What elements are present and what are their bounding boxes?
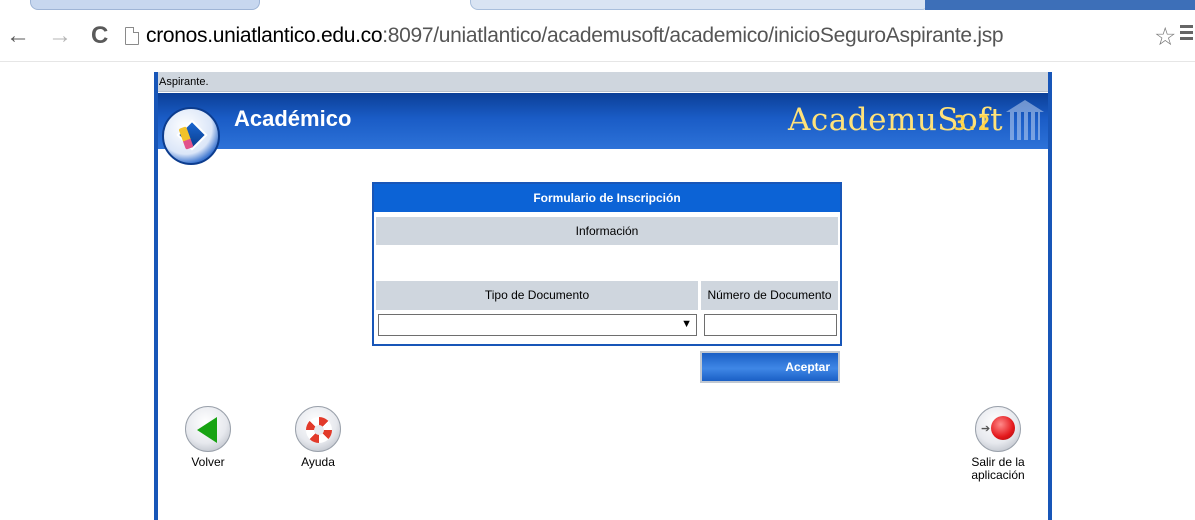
back-button[interactable]: Volver — [173, 406, 243, 469]
doc-number-header: Número de Documento — [701, 281, 838, 310]
exit-label: Salir de la aplicación — [963, 456, 1033, 482]
brand-version: 3.2 — [954, 111, 991, 135]
browser-tab-active[interactable] — [470, 0, 930, 10]
building-icon — [1006, 100, 1044, 140]
url-host: cronos.uniatlantico.edu.co — [146, 24, 383, 47]
url-path: :8097/uniatlantico/academusoft/academico… — [382, 24, 1004, 47]
info-section-header: Información — [376, 217, 838, 245]
academico-logo-icon — [162, 107, 220, 165]
address-bar[interactable]: cronos.uniatlantico.edu.co:8097/uniatlan… — [146, 24, 1004, 48]
doc-type-header: Tipo de Documento — [376, 281, 698, 310]
dropdown-arrow-icon: ▼ — [681, 318, 692, 330]
exit-icon: ➔ — [975, 406, 1021, 452]
exit-label-line2: aplicación — [971, 468, 1025, 482]
app-header: Académico AcademuSoft 3.2 — [158, 93, 1048, 165]
browser-tabstrip-background — [925, 0, 1195, 10]
browser-toolbar: ← → C cronos.uniatlantico.edu.co:8097/un… — [0, 12, 1195, 62]
lifebuoy-icon — [295, 406, 341, 452]
help-button[interactable]: Ayuda — [283, 406, 353, 469]
page-icon — [125, 27, 139, 45]
browser-tab[interactable] — [30, 0, 260, 10]
hamburger-menu-icon[interactable] — [1180, 25, 1193, 43]
arrow-left-icon[interactable]: ← — [6, 24, 30, 48]
app-frame: Aspirante. Académico AcademuSoft 3.2 For… — [154, 72, 1052, 520]
doc-type-select[interactable]: ▼ — [378, 314, 697, 336]
browser-tabstrip — [0, 0, 1195, 12]
form-title: Formulario de Inscripción — [374, 184, 840, 212]
registration-form: Formulario de Inscripción Información Ti… — [372, 182, 842, 346]
back-arrow-icon — [185, 406, 231, 452]
help-label: Ayuda — [301, 455, 335, 469]
doc-number-input[interactable] — [704, 314, 837, 336]
back-label: Volver — [191, 455, 225, 469]
user-status-bar: Aspirante. — [158, 72, 1048, 92]
app-content: Aspirante. Académico AcademuSoft 3.2 For… — [158, 72, 1048, 520]
page-title: Académico — [234, 106, 352, 131]
exit-button[interactable]: ➔ Salir de la aplicación — [963, 406, 1033, 482]
star-icon[interactable]: ☆ — [1154, 22, 1176, 52]
reload-icon[interactable]: C — [91, 24, 108, 48]
arrow-right-icon[interactable]: → — [48, 24, 72, 48]
accept-button[interactable]: Aceptar — [700, 351, 840, 383]
